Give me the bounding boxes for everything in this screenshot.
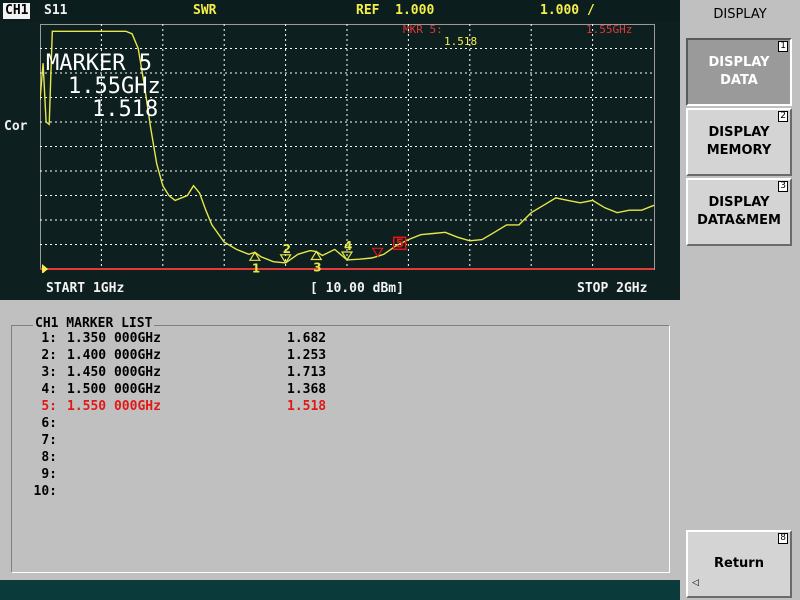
trace-plot[interactable]: 1 2 3 4 5 MARKER 5 1.55GHz 1.518 [40, 24, 657, 273]
trace-svg: 1 2 3 4 5 MARKER 5 1.55GHz 1.518 [40, 24, 655, 273]
marker-index: 10: [33, 484, 57, 499]
marker-index: 4: [41, 382, 57, 397]
marker-value: 1.713 [287, 365, 327, 380]
scale-readout: 1.000 / [540, 3, 595, 18]
menu-title: DISPLAY [713, 7, 767, 22]
softkey-number: 3 [778, 181, 788, 192]
marker-value: 1.682 [287, 331, 327, 346]
marker-label: 4 [344, 239, 352, 253]
analyzer-screen: CH1 S11 SWR REF 1.000 1.000 / MKR 5: 1.5… [0, 0, 680, 600]
display-memory-button[interactable]: DISPLAY MEMORY 2 [686, 108, 792, 176]
marker-list-panel: CH1 MARKER LIST 1: 1.350 000GHz 1.682 2: 1.… [0, 300, 680, 580]
reference-readout: REF 1.000 [356, 3, 434, 19]
ref-label: REF [356, 3, 380, 18]
channel-badge: CH1 [3, 3, 31, 19]
marker-frequency: 1.400 000GHz [67, 348, 161, 363]
softkey-label: Return [714, 556, 764, 571]
softkey-label: DISPLAY DATA [708, 55, 770, 88]
display-data-and-memory-button[interactable]: DISPLAY DATA&MEM 3 [686, 178, 792, 246]
softkey-number: 2 [778, 111, 788, 122]
softkey-menu: DISPLAY DISPLAY DATA 1 DISPLAY MEMORY 2 … [680, 0, 800, 600]
marker-label: 3 [313, 261, 321, 273]
overlay-marker-value: 1.518 [92, 97, 158, 122]
overlay-marker-freq: 1.55GHz [68, 74, 161, 99]
format-label: SWR [193, 3, 217, 18]
return-button[interactable]: Return 8 ◁ [686, 530, 792, 598]
marker-triangle [279, 254, 292, 264]
marker-5[interactable]: 5 [371, 236, 407, 258]
marker-index: 7: [41, 433, 57, 448]
marker-index: 5: [41, 399, 57, 414]
softkey-label: DISPLAY MEMORY [706, 125, 772, 158]
softkey-label: DISPLAY DATA&MEM [697, 195, 781, 228]
reference-pointer [42, 264, 48, 273]
marker-index: 1: [41, 331, 57, 346]
ref-value: 1.000 [395, 3, 435, 18]
marker-index: 9: [41, 467, 57, 482]
stop-frequency: STOP 2GHz [577, 281, 648, 296]
marker-value: 1.368 [287, 382, 327, 397]
marker-overlay: MARKER 5 1.55GHz 1.518 [46, 51, 161, 122]
marker-list-title: CH1 MARKER LIST [33, 316, 155, 331]
marker-frequency: 1.450 000GHz [67, 365, 161, 380]
marker-triangle [310, 250, 323, 261]
marker-label: 5 [396, 236, 404, 250]
marker-frequency: 1.350 000GHz [67, 331, 161, 346]
softkey-number: 1 [778, 41, 788, 52]
status-bar: CH1 S11 SWR REF 1.000 1.000 / [0, 0, 680, 22]
correction-indicator: Cor [4, 119, 28, 134]
display-data-button[interactable]: DISPLAY DATA 1 [686, 38, 792, 106]
marker-index: 6: [41, 416, 57, 431]
softkey-number: 8 [778, 533, 788, 544]
source-power: [ 10.00 dBm] [310, 281, 404, 296]
marker-index: 2: [41, 348, 57, 363]
parameter-label: S11 [44, 3, 68, 18]
marker-label: 2 [283, 242, 291, 256]
marker-index: 3: [41, 365, 57, 380]
return-arrow-icon: ◁ [692, 578, 699, 588]
marker-index: 8: [41, 450, 57, 465]
marker-frequency: 1.500 000GHz [67, 382, 161, 397]
marker-frequency: 1.550 000GHz [67, 399, 161, 414]
footer-strip [0, 580, 680, 600]
marker-label: 1 [252, 261, 260, 273]
marker-value: 1.518 [287, 399, 327, 414]
marker-value: 1.253 [287, 348, 327, 363]
overlay-marker-title: MARKER 5 [46, 51, 152, 76]
sweep-bar: START 1GHz [ 10.00 dBm] STOP 2GHz [0, 279, 680, 299]
start-frequency: START 1GHz [46, 281, 125, 296]
